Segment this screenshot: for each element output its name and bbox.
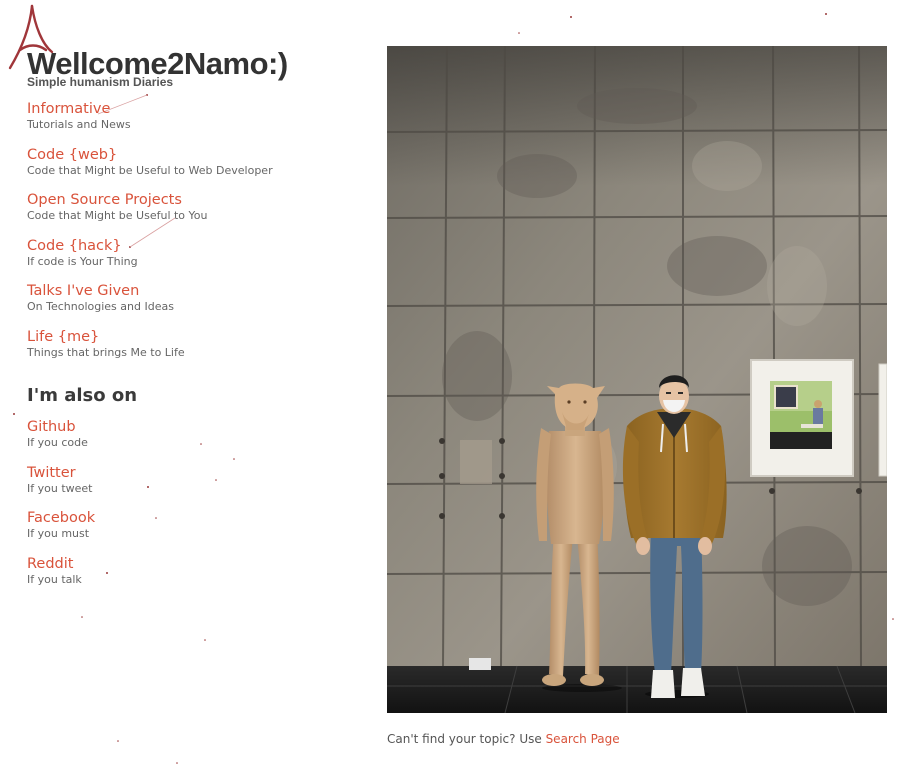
- search-page-link[interactable]: Search Page: [546, 732, 620, 746]
- nav-link[interactable]: Life {me}: [27, 328, 357, 346]
- social-description: If you talk: [27, 572, 82, 586]
- nav-link[interactable]: Open Source Projects: [27, 191, 357, 209]
- social-heading: I'm also on: [27, 385, 138, 406]
- social-link[interactable]: Reddit: [27, 555, 357, 573]
- nav-description: If code is Your Thing: [27, 254, 138, 268]
- hero-photo: [387, 46, 887, 713]
- footer-note: Can't find your topic? Use Search Page: [387, 732, 620, 746]
- nav-link[interactable]: Talks I've Given: [27, 282, 357, 300]
- social-nav: Github If you code Twitter If you tweet …: [27, 418, 357, 600]
- social-item-github[interactable]: Github If you code: [27, 418, 357, 464]
- nav-item-informative[interactable]: Informative Tutorials and News: [27, 100, 357, 146]
- nav-description: On Technologies and Ideas: [27, 300, 174, 313]
- nav-link[interactable]: Code {web}: [27, 146, 357, 164]
- nav-item-talks[interactable]: Talks I've Given On Technologies and Ide…: [27, 282, 357, 328]
- social-description: If you code: [27, 436, 88, 449]
- social-link[interactable]: Github: [27, 418, 357, 436]
- nav-item-open-source-projects[interactable]: Open Source Projects Code that Might be …: [27, 191, 357, 237]
- main-nav: Informative Tutorials and News Code {web…: [27, 100, 357, 373]
- page: Wellcome2Namo:) Simple humanism Diaries …: [0, 0, 901, 780]
- social-description: If you must: [27, 527, 90, 540]
- social-description: If you tweet: [27, 481, 93, 495]
- nav-description: Tutorials and News: [27, 118, 131, 131]
- nav-item-code-hack[interactable]: Code {hack} If code is Your Thing: [27, 237, 357, 283]
- nav-description: Code that Might be Useful to Web Develop…: [27, 163, 273, 177]
- social-link[interactable]: Twitter: [27, 464, 357, 482]
- nav-link[interactable]: Code {hack}: [27, 237, 357, 255]
- footer-text: Can't find your topic? Use: [387, 732, 546, 746]
- social-item-facebook[interactable]: Facebook If you must: [27, 509, 357, 555]
- social-link[interactable]: Facebook: [27, 509, 357, 527]
- nav-description: Things that brings Me to Life: [27, 345, 185, 359]
- nav-item-code-web[interactable]: Code {web} Code that Might be Useful to …: [27, 146, 357, 192]
- nav-description: Code that Might be Useful to You: [27, 209, 208, 222]
- social-item-twitter[interactable]: Twitter If you tweet: [27, 464, 357, 510]
- nav-link[interactable]: Informative: [27, 100, 357, 118]
- nav-item-life-me[interactable]: Life {me} Things that brings Me to Life: [27, 328, 357, 374]
- site-tagline: Simple humanism Diaries: [27, 75, 174, 89]
- social-item-reddit[interactable]: Reddit If you talk: [27, 555, 357, 601]
